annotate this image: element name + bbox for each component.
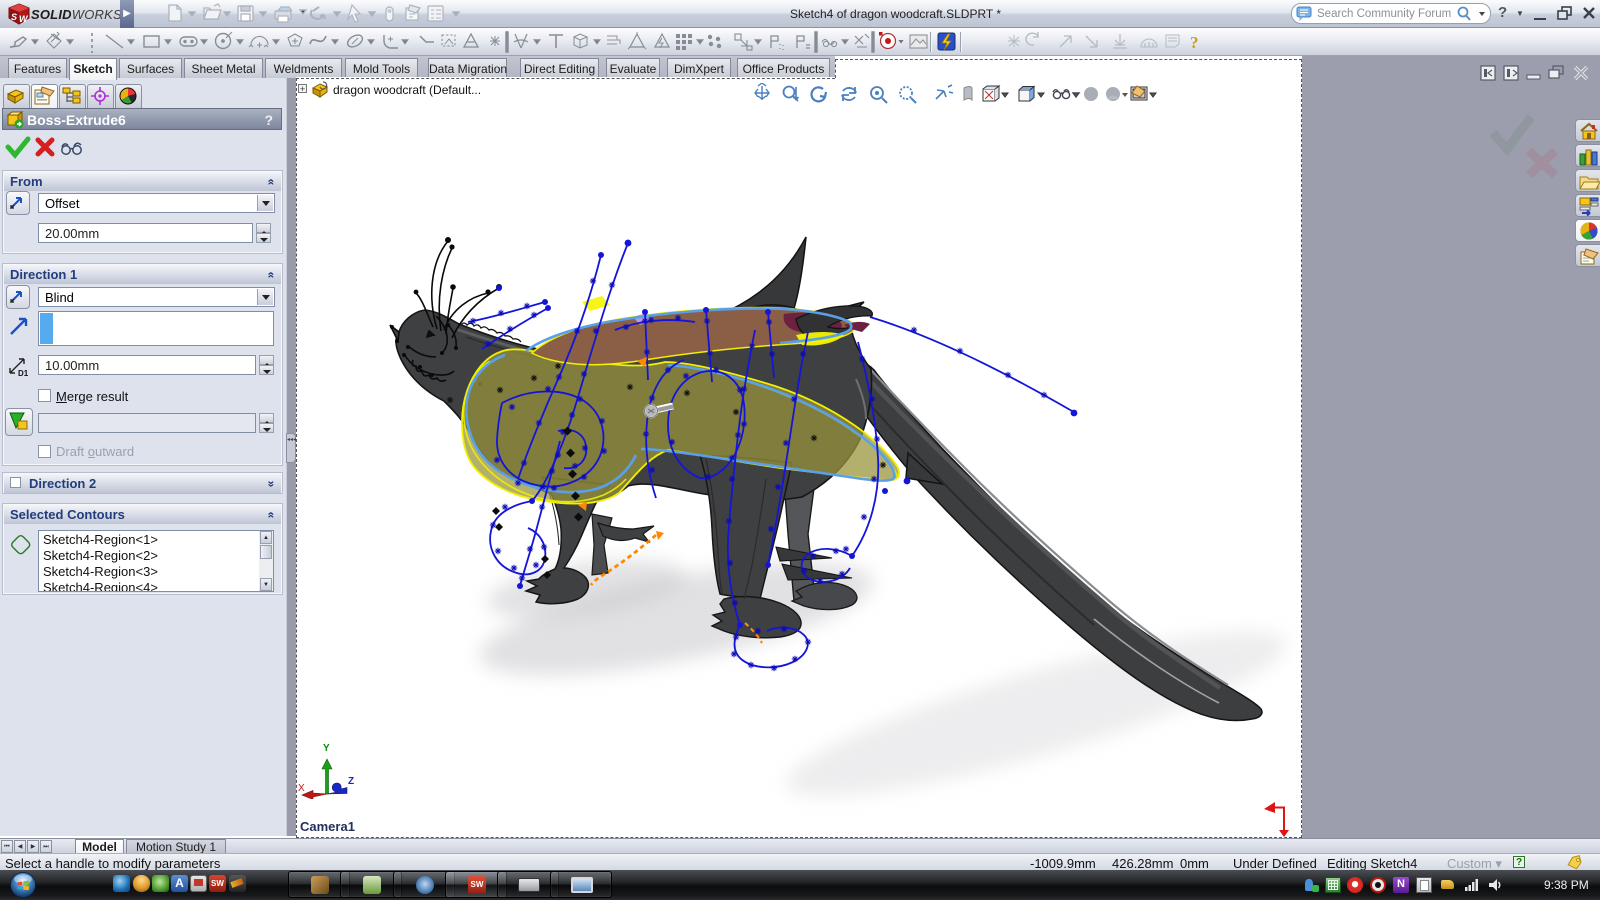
svg-text:D1: D1 [18, 369, 29, 378]
svg-text:?: ? [1190, 33, 1199, 52]
svg-text:Z: Z [348, 776, 354, 787]
svg-text:Y: Y [323, 743, 330, 754]
svg-text:X: X [298, 783, 305, 794]
